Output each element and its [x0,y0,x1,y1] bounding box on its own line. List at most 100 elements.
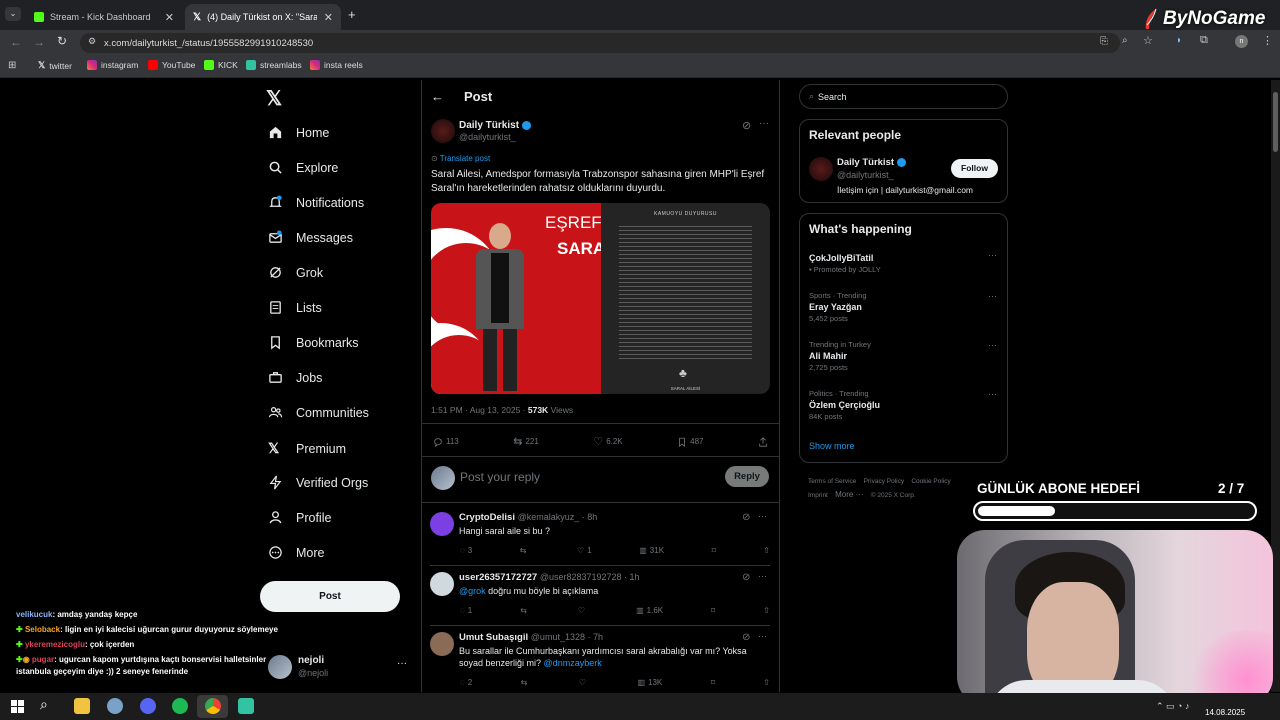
trend-item[interactable]: Trending in Turkey Ali Mahir 2,725 posts [809,340,871,372]
post-media[interactable]: EŞREF SARAL KAMUOYU DUYURUSU ♣ SARAL AİL… [431,203,770,394]
reply-action[interactable]: ◌ 1 [460,606,472,615]
grok-icon[interactable]: ⊘ [742,632,750,643]
follow-button[interactable]: Follow [951,159,998,178]
footer-privacy[interactable]: Privacy Policy [864,478,904,485]
nav-jobs[interactable]: Jobs [268,370,322,385]
reply-item[interactable]: CryptoDelisi @kemalakyuz_ · 8h Hangi sar… [430,511,770,566]
bookmark-action[interactable]: ⌑ [712,546,716,555]
reply-avatar[interactable] [430,632,454,656]
nav-verified-orgs[interactable]: Verified Orgs [268,475,368,490]
forward-arrow-icon[interactable]: → [33,35,45,49]
views-action[interactable]: ▥ 31K [639,546,664,555]
app-icon[interactable] [107,698,123,714]
more-dots-icon[interactable]: ··· [758,631,767,641]
bookmark-streamlabs[interactable]: streamlabs [246,60,302,70]
author-avatar[interactable] [431,119,455,143]
scrollbar-thumb[interactable] [1273,92,1278,152]
like-action[interactable]: ♡ 1 [577,546,592,555]
windows-start-icon[interactable] [11,700,24,713]
bookmark-action[interactable]: 487 [677,437,704,447]
more-dots-icon[interactable]: ··· [758,571,767,581]
new-tab-button[interactable]: + [348,7,356,22]
author-name[interactable]: Daily Türkist [459,120,532,131]
share-action[interactable] [758,436,768,447]
like-action[interactable]: ♡ [579,678,589,687]
reply-item[interactable]: user26357172727 @user82837192728 · 1h @g… [430,571,770,626]
close-icon[interactable]: ✕ [165,11,174,24]
repost-action[interactable]: ⇆ [520,546,530,555]
install-app-icon[interactable]: ⎘ [1100,36,1108,47]
nav-home[interactable]: Home [268,125,329,140]
search-input[interactable]: ⌕ Search [799,84,1008,109]
more-dots-icon[interactable]: ··· [988,340,997,350]
more-dots-icon[interactable]: ··· [988,291,997,301]
nav-profile[interactable]: Profile [268,510,331,525]
bookmark-youtube[interactable]: YouTube [148,60,195,70]
discord-icon[interactable] [140,698,156,714]
nav-grok[interactable]: Grok [268,265,323,280]
trend-item[interactable]: Politics · Trending Özlem Çerçioğlu 84K … [809,389,880,421]
person-avatar[interactable] [809,157,833,181]
nav-bookmarks[interactable]: Bookmarks [268,335,359,350]
taskbar-search-icon[interactable]: ⌕ [40,696,48,713]
trend-item[interactable]: Sports · Trending Eray Yazğan 5,452 post… [809,291,867,323]
reply-author[interactable]: user26357172727 @user82837192728 · 1h [459,572,640,583]
reply-action[interactable]: 113 [433,437,459,447]
footer-more[interactable]: More ··· [835,490,863,499]
reply-author[interactable]: Umut Subaşıgil @umut_1328 · 7h [459,632,603,643]
grok-icon[interactable]: ⊘ [742,512,750,523]
tab-x-post[interactable]: 𝕏 (4) Daily Türkist on X: "Saral Aile ✕ [185,4,341,30]
bookmark-action[interactable]: ⌑ [711,606,715,615]
share-action[interactable]: ⇧ [763,678,770,687]
more-dots-icon[interactable]: ··· [988,389,997,399]
grok-icon[interactable]: ⊘ [742,119,751,132]
like-action[interactable]: ♡ 6.2K [593,435,622,448]
bookmark-kick[interactable]: KICK [204,60,238,70]
repost-action[interactable]: ⇆ [520,606,530,615]
repost-action[interactable]: ⇆ 221 [513,435,539,448]
star-icon[interactable]: ☆ [1143,34,1153,47]
tab-list-button[interactable]: ⌄ [5,7,21,21]
footer-terms[interactable]: Terms of Service [808,478,856,485]
bookmark-twitter[interactable]: 𝕏twitter [38,60,72,71]
nav-lists[interactable]: Lists [268,300,322,315]
views-action[interactable]: ▥ 13K [637,678,662,687]
reply-avatar[interactable] [430,512,454,536]
back-arrow-icon[interactable]: ← [431,89,444,104]
x-logo-icon[interactable]: 𝕏 [266,86,282,111]
file-explorer-icon[interactable] [74,698,90,714]
show-more-link[interactable]: Show more [809,441,855,451]
account-avatar[interactable] [268,655,292,679]
bookmark-insta-reels[interactable]: insta reels [310,60,363,70]
footer-cookie[interactable]: Cookie Policy [911,478,950,485]
reply-input[interactable]: Post your reply [460,470,540,484]
reply-author[interactable]: CryptoDelisi @kemalakyuz_ · 8h [459,512,597,523]
trend-item[interactable]: ÇokJollyBiTatil ▪ Promoted by JOLLY [809,251,881,274]
reply-avatar[interactable] [430,572,454,596]
tray-icons[interactable]: ⌃ ▭ ◔ ♪ [1156,701,1189,712]
close-icon[interactable]: ✕ [324,11,333,24]
spotify-icon[interactable] [172,698,188,714]
puzzle-icon[interactable]: ⧉ [1200,34,1208,47]
streamlabs-icon[interactable] [238,698,254,714]
site-info-icon[interactable]: ⚙ [88,36,96,47]
tab-kick-dashboard[interactable]: Stream - Kick Dashboard ✕ [26,4,182,30]
like-action[interactable]: ♡ [578,606,588,615]
nav-messages[interactable]: Messages [268,230,353,245]
menu-dots-icon[interactable]: ⋮ [1262,34,1273,47]
more-dots-icon[interactable]: ··· [988,250,997,260]
views-action[interactable]: ▥ 1.6K [636,606,663,615]
mention-link[interactable]: @dnmzayberk [544,658,602,668]
extension-icon[interactable]: ◗ [1176,35,1182,46]
nav-communities[interactable]: Communities [268,405,369,420]
repost-action[interactable]: ⇆ [521,678,531,687]
bookmark-action[interactable]: ⌑ [711,678,715,687]
address-bar[interactable]: x.com/dailyturkist_/status/1955582991910… [80,33,1120,53]
share-action[interactable]: ⇧ [763,606,770,615]
nav-premium[interactable]: 𝕏 Premium [268,440,346,457]
reload-icon[interactable]: ↻ [57,34,67,48]
post-button[interactable]: Post [260,581,400,612]
bookmark-instagram[interactable]: instagram [87,60,138,70]
account-menu-icon[interactable]: ··· [397,658,407,669]
back-arrow-icon[interactable]: ← [10,35,22,49]
